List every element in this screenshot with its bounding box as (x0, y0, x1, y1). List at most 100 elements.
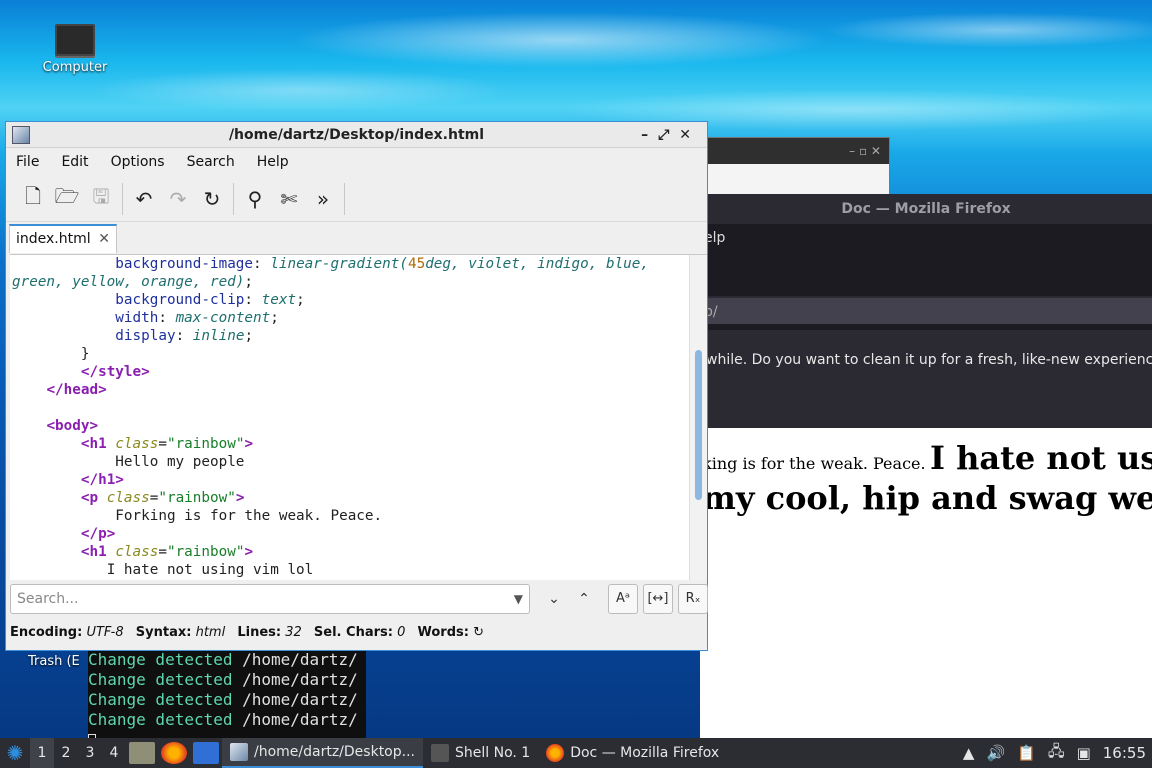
task-shell[interactable]: Shell No. 1 (423, 738, 538, 768)
workspace-3[interactable]: 3 (78, 738, 102, 768)
replace-icon[interactable]: ✄ (272, 182, 306, 216)
taskbar: ✺ 1 2 3 4 /home/dartz/Desktop... Shell N… (0, 738, 1152, 768)
status-encoding-label: Encoding: (10, 625, 83, 640)
desktop-icon[interactable] (193, 742, 219, 764)
toolbar-separator (233, 182, 234, 215)
firefox-launcher-icon[interactable] (161, 742, 187, 764)
desktop-icon-computer[interactable]: Computer (36, 24, 114, 75)
workspace-4[interactable]: 4 (102, 738, 126, 768)
firefox-window[interactable]: Doc — Mozilla Firefox elp p/ while. Do y… (700, 194, 1152, 738)
editor-app-icon (230, 743, 248, 761)
open-folder-icon[interactable]: 🗁 (50, 182, 84, 216)
editor-menu-bar: File Edit Options Search Help (6, 148, 707, 176)
refresh-icon[interactable]: ↻ (473, 625, 484, 640)
task-firefox[interactable]: Doc — Mozilla Firefox (538, 738, 727, 768)
match-case-icon[interactable]: Aᵃ (608, 584, 638, 614)
code-line: <h1 class="rainbow"> (80, 436, 254, 452)
editor-window[interactable]: /home/dartz/Desktop/index.html –⤢✕ File … (5, 121, 708, 651)
tab-label: index.html (16, 231, 91, 247)
network-icon[interactable]: 🖧 (1048, 741, 1065, 766)
terminal-icon (431, 744, 449, 762)
undo-icon[interactable]: ↶ (127, 182, 161, 216)
code-line: Hello my people (115, 454, 245, 470)
file-manager-icon[interactable] (129, 742, 155, 764)
status-lines-label: Lines: (237, 625, 282, 640)
code-line: <p class="rainbow"> (80, 490, 245, 506)
system-tray: ▲ 🔊 📋 🖧 ▣ 16:55 (957, 738, 1152, 768)
status-syntax-value: html (195, 625, 226, 640)
menu-help[interactable]: Help (257, 154, 289, 170)
reload-icon[interactable]: ↻ (195, 182, 229, 216)
maximize-icon[interactable]: ⤢ (658, 127, 679, 143)
scrollbar-thumb[interactable] (695, 350, 702, 500)
menu-options[interactable]: Options (111, 154, 165, 170)
workspace-2[interactable]: 2 (54, 738, 78, 768)
editor-app-icon (12, 126, 30, 144)
save-icon[interactable]: 🖫 (84, 182, 118, 216)
firefox-title-bar[interactable]: Doc — Mozilla Firefox (700, 194, 1152, 224)
editor-scrollbar[interactable] (689, 255, 707, 580)
search-input[interactable]: Search... ▼ (10, 584, 530, 614)
find-next-icon[interactable]: ⌄ (540, 584, 568, 614)
code-line: background-clip: text; (115, 292, 305, 308)
tab-close-icon[interactable]: ✕ (98, 226, 110, 252)
code-line: } (12, 346, 90, 362)
find-previous-icon[interactable]: ⌃ (570, 584, 598, 614)
background-window[interactable]: – ▫ ✕ (700, 137, 890, 195)
start-menu-icon[interactable]: ✺ (0, 738, 30, 768)
status-bar: Encoding: UTF-8 Syntax: html Lines: 32 S… (10, 622, 484, 644)
menu-search[interactable]: Search (187, 154, 235, 170)
terminal-window[interactable]: Change detected /home/dartz/ Change dete… (88, 648, 366, 738)
menu-edit[interactable]: Edit (61, 154, 88, 170)
clock[interactable]: 16:55 (1103, 744, 1146, 762)
status-encoding-value: UTF-8 (86, 625, 124, 640)
firefox-icon (546, 744, 565, 762)
firefox-url-bar[interactable]: p/ (700, 296, 1152, 324)
page-heading-2: my cool, hip and swag we (702, 479, 1152, 517)
status-lines-value: 32 (285, 625, 302, 640)
window-controls[interactable]: –⤢✕ (641, 122, 701, 148)
code-line: </style> (80, 364, 150, 380)
new-file-icon[interactable]: 🗋 (16, 182, 50, 216)
code-line: width: max-content; (115, 310, 279, 326)
more-icon[interactable]: » (306, 182, 340, 216)
firefox-refresh-notice: while. Do you want to clean it up for a … (700, 324, 1152, 428)
code-line: I hate not using vim lol (106, 562, 314, 578)
find-icon[interactable]: ⚲ (238, 182, 272, 216)
editor-title: /home/dartz/Desktop/index.html (228, 127, 485, 143)
task-editor[interactable]: /home/dartz/Desktop... (222, 738, 423, 768)
background-window-controls[interactable]: – ▫ ✕ (701, 138, 889, 164)
workspace-1[interactable]: 1 (30, 738, 54, 768)
clipboard-icon[interactable]: 📋 (1017, 744, 1036, 762)
code-line: display: inline; (115, 328, 254, 344)
code-line: </p> (80, 526, 116, 542)
search-bar: Search... ▼ ⌄ ⌃ Aᵃ [↔] Rₓ (10, 584, 708, 616)
terminal-line: Change detected /home/dartz/ (88, 670, 358, 689)
notification-icon[interactable]: ▣ (1077, 744, 1091, 762)
firefox-menu-bar[interactable]: elp (700, 224, 1152, 296)
chevron-down-icon[interactable]: ▼ (514, 585, 523, 613)
code-editor[interactable]: background-image: linear-gradient(45deg,… (10, 254, 707, 580)
status-words-label: Words: (417, 625, 469, 640)
toolbar-separator (122, 182, 123, 215)
code-line: Forking is for the weak. Peace. (115, 508, 383, 524)
close-icon[interactable]: ✕ (679, 127, 701, 143)
desktop-icon-label: Trash (E (28, 654, 80, 669)
firefox-page-content: king is for the weak. Peace. I hate not … (700, 428, 1152, 518)
minimize-icon[interactable]: – (641, 127, 658, 143)
desktop-icon-label: Computer (42, 60, 108, 75)
volume-icon[interactable]: 🔊 (986, 744, 1005, 762)
page-heading-1: I hate not us (930, 439, 1152, 477)
whole-word-icon[interactable]: [↔] (643, 584, 673, 614)
toolbar-separator (344, 182, 345, 215)
editor-title-bar[interactable]: /home/dartz/Desktop/index.html –⤢✕ (6, 122, 707, 148)
redo-icon[interactable]: ↷ (161, 182, 195, 216)
code-line: </head> (46, 382, 107, 398)
updates-icon[interactable]: ▲ (963, 744, 975, 762)
desktop-icon-trash[interactable]: Trash (E (10, 654, 90, 669)
computer-icon (55, 24, 95, 56)
regex-icon[interactable]: Rₓ (678, 584, 708, 614)
tab-index-html[interactable]: index.html ✕ (9, 224, 117, 253)
menu-file[interactable]: File (16, 154, 39, 170)
